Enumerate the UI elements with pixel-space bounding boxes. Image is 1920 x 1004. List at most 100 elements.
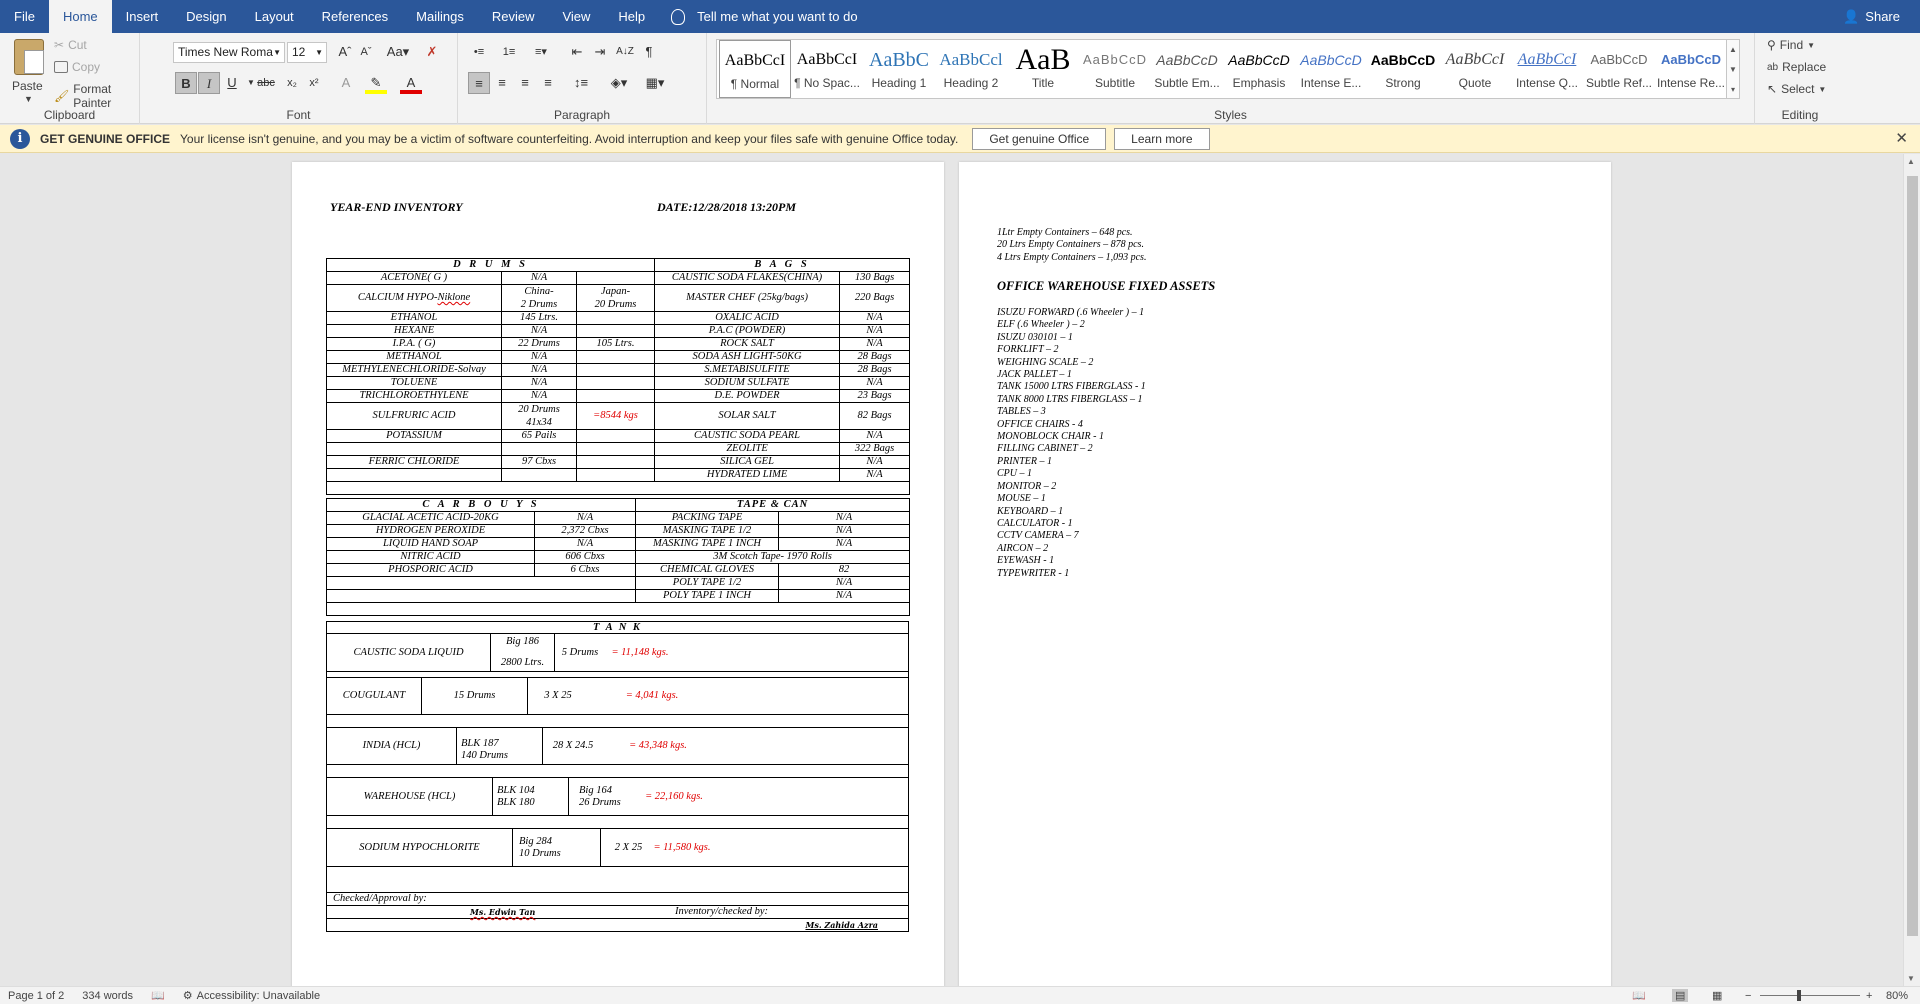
bag-qty: N/A <box>839 311 911 325</box>
grow-font-icon[interactable]: Aˆ <box>334 41 356 63</box>
text-effects-icon[interactable]: A <box>335 72 357 94</box>
tab-help[interactable]: Help <box>604 0 659 33</box>
clear-formatting-icon[interactable]: ✗ <box>421 41 443 63</box>
bag-item: SODA ASH LIGHT-50KG <box>654 350 841 364</box>
tab-home[interactable]: Home <box>48 0 112 33</box>
bag-qty: 220 Bags <box>839 284 911 312</box>
style-intense-reference[interactable]: AaBbCcD Intense Re... <box>1655 40 1727 98</box>
container-line: 20 Ltrs Empty Containers – 878 pcs. <box>997 239 1144 251</box>
superscript-button[interactable]: x² <box>303 72 325 94</box>
style-normal[interactable]: AaBbCcI ¶ Normal <box>719 40 791 98</box>
numbering-icon[interactable]: 1≡ <box>498 41 520 63</box>
tab-mailings[interactable]: Mailings <box>402 0 478 33</box>
style-title[interactable]: AaB Title <box>1007 40 1079 98</box>
proofing-icon[interactable]: 📖 <box>151 989 165 1002</box>
bold-button[interactable]: B <box>175 72 197 94</box>
word-count[interactable]: 334 words <box>82 990 133 1002</box>
style-heading-2[interactable]: AaBbCcl Heading 2 <box>935 40 1007 98</box>
tab-layout[interactable]: Layout <box>241 0 308 33</box>
close-icon[interactable]: ✕ <box>1895 129 1908 147</box>
tab-design[interactable]: Design <box>172 0 240 33</box>
style-subtle-emphasis[interactable]: AaBbCcD Subtle Em... <box>1151 40 1223 98</box>
scroll-down-icon[interactable]: ▼ <box>1907 974 1915 983</box>
table-row: LIQUID HAND SOAP N/A MASKING TAPE 1 INCH N/… <box>326 537 911 551</box>
style-subtitle[interactable]: AaBbCcD Subtitle <box>1079 40 1151 98</box>
change-case-icon[interactable]: Aa▾ <box>383 41 413 63</box>
font-size-combo[interactable]: 12 ▼ <box>287 42 327 63</box>
format-painter-button[interactable]: 🖌 Format Painter <box>54 82 139 110</box>
align-center-icon[interactable]: ≡ <box>491 72 513 94</box>
styles-gallery-scroll[interactable]: ▲ ▼ ▾ <box>1726 39 1740 99</box>
font-name-combo[interactable]: Times New Roma ▼ <box>173 42 285 63</box>
strikethrough-button[interactable]: abc <box>255 72 277 94</box>
replace-button[interactable]: ab Replace <box>1767 60 1826 74</box>
italic-button[interactable]: I <box>198 72 220 94</box>
sort-icon[interactable]: A↓Z <box>614 41 636 63</box>
highlight-icon[interactable]: ✎ <box>365 72 387 94</box>
document-page-2[interactable]: 1Ltr Empty Containers – 648 pcs. 20 Ltrs… <box>959 162 1611 986</box>
zoom-in-icon[interactable]: + <box>1866 990 1872 1002</box>
style-quote[interactable]: AaBbCcI Quote <box>1439 40 1511 98</box>
tank-value: 28 X 24.5 <box>552 740 594 751</box>
read-mode-icon[interactable]: 📖 <box>1632 989 1646 1002</box>
scroll-thumb[interactable] <box>1907 176 1918 936</box>
style-emphasis[interactable]: AaBbCcD Emphasis <box>1223 40 1295 98</box>
tell-me-box[interactable]: Tell me what you want to do <box>671 8 858 25</box>
style-subtle-reference[interactable]: AaBbCcD Subtle Ref... <box>1583 40 1655 98</box>
shrink-font-icon[interactable]: Aˇ <box>355 41 377 63</box>
print-layout-icon[interactable]: ▤ <box>1672 989 1689 1002</box>
carbouy-qty: 6 Cbxs <box>533 563 637 577</box>
vertical-scrollbar[interactable]: ▲ ▼ <box>1903 154 1920 986</box>
tab-review[interactable]: Review <box>478 0 549 33</box>
pilcrow-icon[interactable]: ¶ <box>638 41 660 63</box>
document-page-1[interactable]: YEAR-END INVENTORY DATE:12/28/2018 13:20… <box>292 162 944 986</box>
copy-button[interactable]: Copy <box>54 60 100 74</box>
tab-view[interactable]: View <box>548 0 604 33</box>
zoom-out-icon[interactable]: − <box>1745 990 1751 1002</box>
borders-icon[interactable]: ▦▾ <box>640 72 670 94</box>
accessibility-status[interactable]: Accessibility: Unavailable <box>197 990 321 1002</box>
zoom-level[interactable]: 80% <box>1886 990 1908 1002</box>
zoom-slider[interactable] <box>1760 995 1860 996</box>
select-button[interactable]: ↖ Select ▼ <box>1767 82 1826 96</box>
increase-indent-icon[interactable]: ⇥ <box>589 41 611 63</box>
style-intense-quote[interactable]: AaBbCcI Intense Q... <box>1511 40 1583 98</box>
cut-button[interactable]: ✂ Cut <box>54 38 87 52</box>
style-strong[interactable]: AaBbCcD Strong <box>1367 40 1439 98</box>
tank-item-name: INDIA (HCL) <box>327 728 457 764</box>
justify-icon[interactable]: ≡ <box>537 72 559 94</box>
zoom-slider-thumb[interactable] <box>1797 990 1801 1001</box>
decrease-indent-icon[interactable]: ⇤ <box>566 41 588 63</box>
style-no-spacing[interactable]: AaBbCcI ¶ No Spac... <box>791 40 863 98</box>
bullets-icon[interactable]: •≡ <box>468 41 490 63</box>
shading-icon[interactable]: ◈▾ <box>604 72 634 94</box>
learn-more-button[interactable]: Learn more <box>1114 127 1210 150</box>
web-layout-icon[interactable]: ▦ <box>1712 989 1722 1002</box>
group-clipboard: Paste ▼ ✂ Cut Copy 🖌 Format Painter Clipbo… <box>0 33 140 124</box>
line-spacing-icon[interactable]: ↕≡ <box>566 72 596 94</box>
style-intense-emphasis[interactable]: AaBbCcD Intense E... <box>1295 40 1367 98</box>
tab-insert[interactable]: Insert <box>112 0 173 33</box>
paste-dropdown-icon[interactable]: ▼ <box>24 94 33 104</box>
subscript-button[interactable]: x₂ <box>281 72 303 94</box>
tab-references[interactable]: References <box>308 0 402 33</box>
get-genuine-office-button[interactable]: Get genuine Office <box>972 127 1107 150</box>
align-left-icon[interactable]: ≡ <box>468 72 490 94</box>
style-heading-1[interactable]: AaBbC Heading 1 <box>863 40 935 98</box>
align-right-icon[interactable]: ≡ <box>514 72 536 94</box>
bag-qty: N/A <box>839 455 911 469</box>
page-count[interactable]: Page 1 of 2 <box>8 990 64 1002</box>
drum-qty: 97 Cbxs <box>501 455 577 469</box>
paste-icon[interactable] <box>14 39 44 75</box>
share-button[interactable]: 👤 Share <box>1843 0 1900 33</box>
carbouy-qty: 606 Cbxs <box>533 550 637 564</box>
asset-item: ISUZU FORWARD (.6 Wheeler ) – 1 <box>997 307 1145 318</box>
font-color-icon[interactable]: A <box>400 72 422 94</box>
multilevel-list-icon[interactable]: ≡▾ <box>530 41 552 63</box>
drum-item: TRICHLOROETHYLENE <box>326 389 502 403</box>
scroll-up-icon[interactable]: ▲ <box>1907 157 1915 166</box>
tab-file[interactable]: File <box>0 0 49 33</box>
drum-qty: 65 Pails <box>501 429 577 443</box>
find-button[interactable]: ⚲ Find ▼ <box>1767 38 1815 52</box>
paste-button[interactable]: Paste <box>12 79 43 93</box>
